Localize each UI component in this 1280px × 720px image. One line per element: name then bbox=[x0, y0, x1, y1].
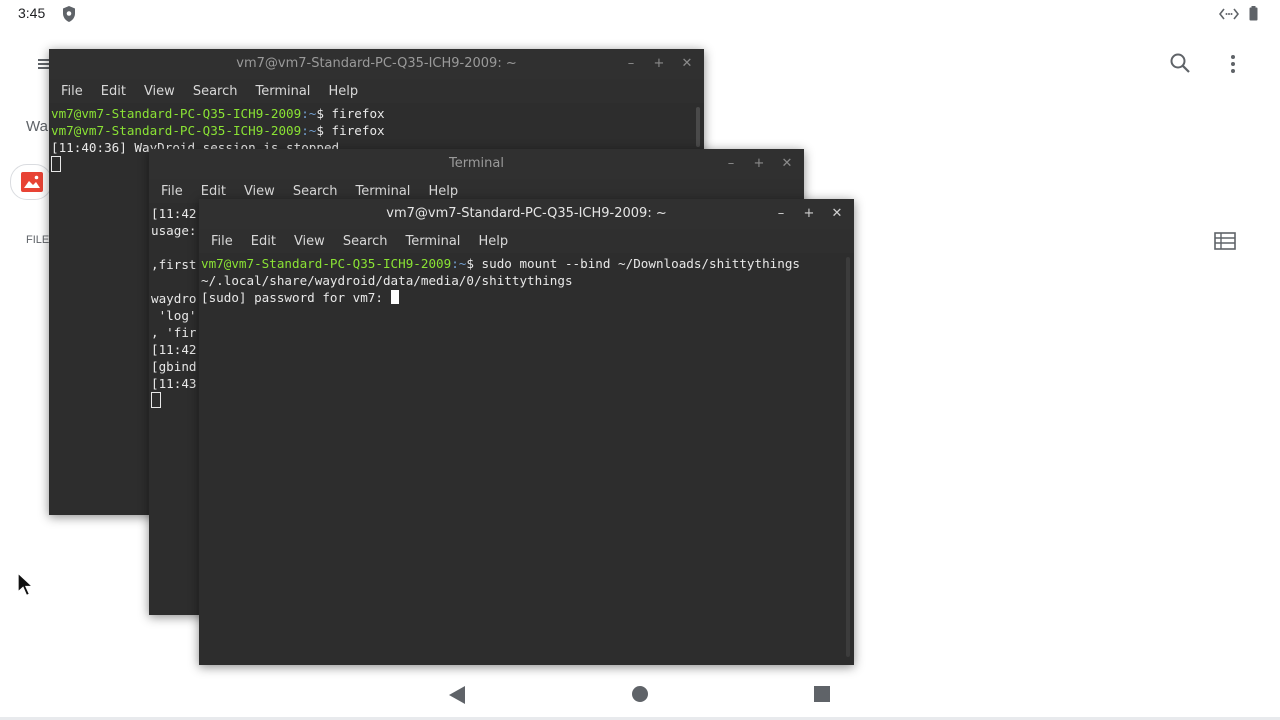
prompt-path: :~ bbox=[451, 256, 467, 271]
scrollbar[interactable] bbox=[696, 107, 700, 147]
command-text: $ sudo mount --bind ~/Downloads/shittyth… bbox=[466, 256, 801, 271]
menu-search[interactable]: Search bbox=[337, 234, 394, 249]
close-button[interactable]: ✕ bbox=[830, 207, 844, 221]
menu-file[interactable]: File bbox=[55, 84, 89, 99]
maximize-button[interactable]: + bbox=[652, 57, 666, 71]
menu-search[interactable]: Search bbox=[187, 84, 244, 99]
files-label-partial: FILE bbox=[26, 234, 50, 246]
terminal-window-3[interactable]: vm7@vm7-Standard-PC-Q35-ICH9-2009: ~ – +… bbox=[199, 199, 854, 665]
close-button[interactable]: ✕ bbox=[680, 57, 694, 71]
menu-terminal[interactable]: Terminal bbox=[399, 234, 466, 249]
status-icons bbox=[1218, 6, 1258, 25]
back-icon[interactable] bbox=[448, 685, 466, 709]
battery-icon bbox=[1249, 6, 1258, 25]
window-title: vm7@vm7-Standard-PC-Q35-ICH9-2009: ~ bbox=[236, 56, 517, 71]
list-view-icon[interactable] bbox=[1214, 232, 1236, 254]
menu-help[interactable]: Help bbox=[322, 84, 364, 99]
minimize-button[interactable]: – bbox=[624, 57, 638, 71]
search-icon[interactable] bbox=[1169, 52, 1191, 78]
home-icon[interactable] bbox=[631, 685, 649, 707]
window-title: Terminal bbox=[449, 156, 504, 171]
scrollbar[interactable] bbox=[846, 257, 850, 657]
menu-search[interactable]: Search bbox=[287, 184, 344, 199]
app-title-partial: Wa bbox=[26, 118, 48, 135]
menu-terminal[interactable]: Terminal bbox=[349, 184, 416, 199]
menu-view[interactable]: View bbox=[138, 84, 181, 99]
navigation-bar bbox=[0, 672, 1280, 720]
text-cursor bbox=[151, 392, 161, 408]
menu-help[interactable]: Help bbox=[472, 234, 514, 249]
menu-view[interactable]: View bbox=[238, 184, 281, 199]
image-chip[interactable] bbox=[10, 164, 52, 200]
image-icon bbox=[21, 172, 43, 196]
minimize-button[interactable]: – bbox=[724, 157, 738, 171]
maximize-button[interactable]: + bbox=[802, 207, 816, 221]
menu-bar: File Edit View Search Terminal Help bbox=[49, 79, 704, 103]
minimize-button[interactable]: – bbox=[774, 207, 788, 221]
text-cursor bbox=[390, 290, 399, 304]
menu-help[interactable]: Help bbox=[422, 184, 464, 199]
sudo-password-prompt: [sudo] password for vm7: bbox=[201, 290, 391, 305]
menu-file[interactable]: File bbox=[155, 184, 189, 199]
menu-file[interactable]: File bbox=[205, 234, 239, 249]
terminal-output[interactable]: vm7@vm7-Standard-PC-Q35-ICH9-2009:~$ sud… bbox=[199, 253, 854, 308]
title-bar[interactable]: vm7@vm7-Standard-PC-Q35-ICH9-2009: ~ – +… bbox=[199, 199, 854, 229]
menu-edit[interactable]: Edit bbox=[245, 234, 282, 249]
recent-apps-icon[interactable] bbox=[813, 685, 831, 707]
status-time: 3:45 bbox=[18, 5, 46, 21]
mouse-pointer-icon bbox=[17, 571, 35, 602]
command-continuation: ~/.local/share/waydroid/data/media/0/shi… bbox=[201, 273, 573, 288]
maximize-button[interactable]: + bbox=[752, 157, 766, 171]
title-bar[interactable]: vm7@vm7-Standard-PC-Q35-ICH9-2009: ~ – +… bbox=[49, 49, 704, 79]
menu-edit[interactable]: Edit bbox=[195, 184, 232, 199]
text-cursor bbox=[51, 156, 61, 172]
prompt-user: vm7@vm7-Standard-PC-Q35-ICH9-2009 bbox=[201, 256, 452, 271]
menu-view[interactable]: View bbox=[288, 234, 331, 249]
more-options-icon[interactable] bbox=[1226, 53, 1240, 79]
window-title: vm7@vm7-Standard-PC-Q35-ICH9-2009: ~ bbox=[386, 206, 667, 221]
close-button[interactable]: ✕ bbox=[780, 157, 794, 171]
shield-icon bbox=[62, 6, 76, 26]
menu-edit[interactable]: Edit bbox=[95, 84, 132, 99]
menu-terminal[interactable]: Terminal bbox=[249, 84, 316, 99]
menu-bar: File Edit View Search Terminal Help bbox=[199, 229, 854, 253]
ethernet-icon bbox=[1218, 6, 1240, 25]
title-bar[interactable]: Terminal – + ✕ bbox=[149, 149, 804, 179]
